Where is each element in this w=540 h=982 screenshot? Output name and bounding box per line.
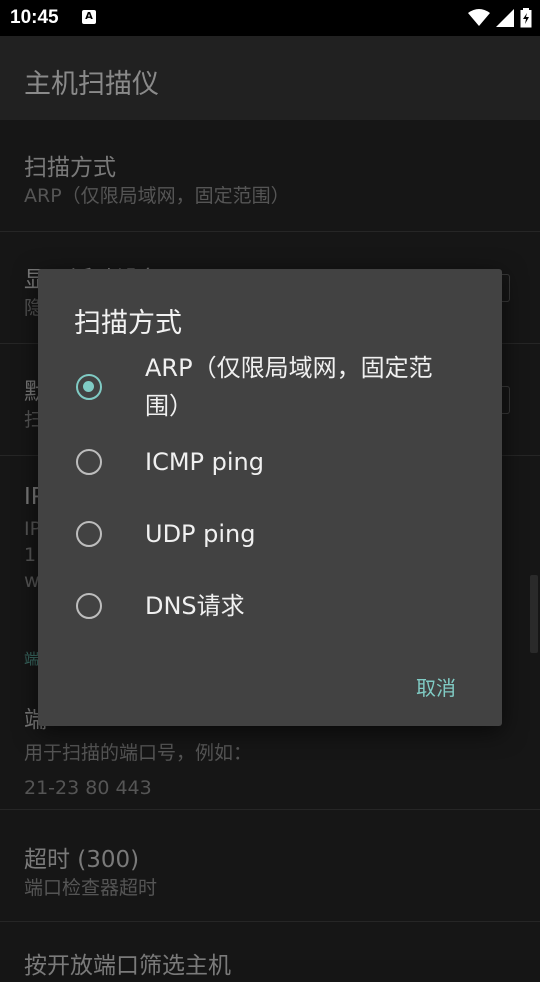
option-label: ARP（仅限局域网，固定范围） — [145, 354, 433, 420]
option-label: DNS请求 — [145, 592, 245, 620]
scan-method-dialog: 扫描方式 ARP（仅限局域网，固定范围） ICMP ping UDP ping … — [38, 269, 502, 726]
option-label: ICMP ping — [145, 448, 264, 476]
radio-button[interactable] — [76, 593, 102, 619]
option-icmp[interactable]: ICMP ping — [38, 439, 502, 485]
dialog-title: 扫描方式 — [74, 308, 182, 339]
radio-button-checked[interactable] — [76, 374, 102, 400]
radio-button[interactable] — [76, 449, 102, 475]
option-dns[interactable]: DNS请求 — [38, 583, 502, 629]
cancel-button[interactable]: 取消 — [416, 672, 456, 701]
option-udp[interactable]: UDP ping — [38, 511, 502, 557]
option-label: UDP ping — [145, 520, 256, 548]
option-arp[interactable]: ARP（仅限局域网，固定范围） — [38, 349, 502, 431]
radio-button[interactable] — [76, 521, 102, 547]
